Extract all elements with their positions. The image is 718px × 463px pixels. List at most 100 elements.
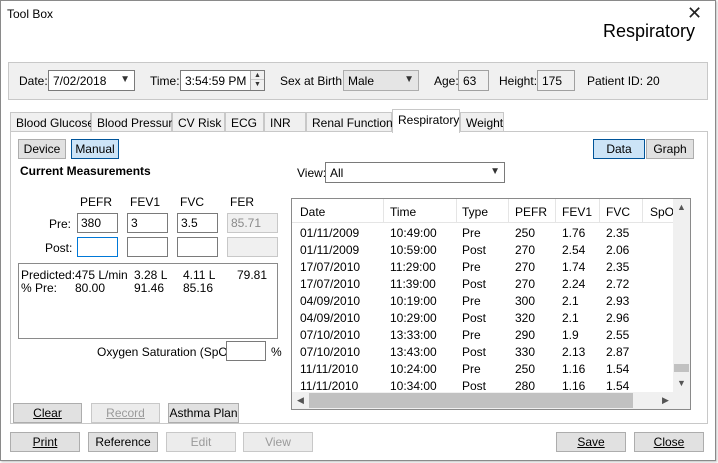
col-header-fvc[interactable]: FVC — [606, 205, 630, 219]
clear-button[interactable]: Clear — [13, 403, 82, 423]
scroll-left-icon[interactable]: ◀ — [292, 392, 309, 409]
date-value: 7/02/2018 — [53, 74, 107, 88]
tab-renal-function[interactable]: Renal Function — [306, 112, 393, 132]
spin-up-icon[interactable]: ▲ — [251, 71, 264, 80]
table-row[interactable]: 04/09/2010 10:19:00 Pre 300 2.1 2.93 — [292, 293, 674, 310]
table-cell: 01/11/2009 — [300, 243, 360, 257]
table-cell: 270 — [515, 243, 536, 257]
col-header-time[interactable]: Time — [390, 205, 416, 219]
record-button[interactable]: Record — [91, 403, 160, 423]
oxygen-saturation-input[interactable] — [226, 341, 266, 361]
table-cell: Pre — [462, 328, 481, 342]
asthma-plan-button[interactable]: Asthma Plan — [168, 403, 239, 423]
table-cell: 270 — [515, 277, 536, 291]
table-row[interactable]: 11/11/2010 10:24:00 Pre 250 1.16 1.54 — [292, 361, 674, 378]
table-cell: 13:43:00 — [390, 345, 437, 359]
save-button[interactable]: Save — [556, 432, 626, 452]
scroll-right-icon[interactable]: ▶ — [657, 392, 674, 409]
close-button[interactable]: Close — [634, 432, 704, 452]
pre-fev1-input[interactable]: 3 — [127, 213, 168, 233]
vertical-scrollbar[interactable]: ▲ ▼ — [673, 199, 690, 392]
table-row[interactable]: 17/07/2010 11:29:00 Pre 270 1.74 2.35 — [292, 259, 674, 276]
spin-down-icon[interactable]: ▼ — [251, 80, 264, 89]
pct-pre-fvc: 85.16 — [183, 281, 214, 295]
history-list[interactable]: Date Time Type PEFR FEV1 FVC SpO 01/11/2… — [291, 198, 691, 410]
tab-respiratory[interactable]: Respiratory — [392, 109, 460, 133]
tab-ecg[interactable]: ECG — [225, 112, 264, 132]
table-row[interactable]: 01/11/2009 10:49:00 Pre 250 1.76 2.35 — [292, 225, 674, 242]
reference-button[interactable]: Reference — [88, 432, 158, 452]
table-cell: Pre — [462, 294, 481, 308]
table-cell: 2.1 — [562, 294, 579, 308]
table-cell: 320 — [515, 311, 536, 325]
table-cell: 11:29:00 — [390, 260, 436, 274]
table-cell: 10:24:00 — [390, 362, 437, 376]
col-header-type[interactable]: Type — [462, 205, 488, 219]
tab-cv-risk[interactable]: CV Risk — [172, 112, 225, 132]
table-row[interactable]: 17/07/2010 11:39:00 Post 270 2.24 2.72 — [292, 276, 674, 293]
table-row[interactable]: 01/11/2009 10:59:00 Post 270 2.54 2.06 — [292, 242, 674, 259]
sex-value: Male — [348, 74, 375, 88]
tab-weight[interactable]: Weight — [460, 112, 504, 132]
table-cell: 330 — [515, 345, 536, 359]
post-fev1-input[interactable] — [127, 237, 168, 257]
age-label: Age: — [434, 74, 459, 88]
table-cell: 2.35 — [606, 226, 630, 240]
scroll-thumb-horizontal[interactable] — [309, 393, 633, 408]
scroll-corner — [673, 392, 690, 409]
tab-blood-glucose[interactable]: Blood Glucose — [10, 112, 94, 132]
col-header-pefr[interactable]: PEFR — [515, 205, 547, 219]
print-button[interactable]: Print — [10, 432, 80, 452]
col-pefr: PEFR — [80, 195, 113, 209]
graph-button[interactable]: Graph — [646, 139, 694, 159]
chevron-down-icon: ▼ — [120, 74, 130, 85]
pct-pre-label: % Pre: — [21, 281, 58, 295]
scroll-down-icon[interactable]: ▼ — [673, 375, 690, 392]
scroll-up-icon[interactable]: ▲ — [673, 199, 690, 216]
pre-pefr-input[interactable]: 380 — [77, 213, 118, 233]
date-picker[interactable]: 7/02/2018 ▼ — [48, 70, 135, 91]
table-row[interactable]: 04/09/2010 10:29:00 Post 320 2.1 2.96 — [292, 310, 674, 327]
predicted-fev1: 3.28 L — [134, 268, 168, 282]
pre-fvc-input[interactable]: 3.5 — [177, 213, 218, 233]
table-cell: 290 — [515, 328, 536, 342]
table-row[interactable]: 07/10/2010 13:33:00 Pre 290 1.9 2.55 — [292, 327, 674, 344]
tab-inr[interactable]: INR — [264, 112, 306, 132]
scroll-thumb[interactable] — [674, 364, 689, 372]
col-fvc: FVC — [180, 195, 204, 209]
view-select[interactable]: All ▼ — [325, 162, 505, 183]
horizontal-scrollbar[interactable]: ◀ ▶ — [292, 392, 674, 409]
percent-unit: % — [271, 345, 282, 359]
page-heading: Respiratory — [602, 21, 695, 41]
post-fvc-input[interactable] — [177, 237, 218, 257]
time-value: 3:54:59 PM — [185, 74, 247, 88]
table-cell: 07/10/2010 — [300, 328, 361, 342]
data-button[interactable]: Data — [593, 139, 645, 159]
view-button[interactable]: View — [243, 432, 313, 452]
predicted-label: Predicted: — [21, 268, 76, 282]
col-header-fev1[interactable]: FEV1 — [562, 205, 592, 219]
table-cell: 01/11/2009 — [300, 226, 360, 240]
table-cell: Post — [462, 311, 487, 325]
table-cell: 2.24 — [562, 277, 586, 291]
close-icon[interactable]: ✕ — [687, 4, 702, 22]
table-cell: 2.13 — [562, 345, 586, 359]
time-field[interactable]: 3:54:59 PM ▲ ▼ — [180, 70, 265, 91]
view-value: All — [330, 166, 344, 180]
time-spinner[interactable]: ▲ ▼ — [250, 71, 264, 90]
post-fer-field — [227, 237, 278, 257]
table-cell: 300 — [515, 294, 536, 308]
oxygen-saturation-label: Oxygen Saturation (SpO2) — [97, 345, 237, 361]
post-pefr-input[interactable] — [77, 237, 118, 257]
col-header-date[interactable]: Date — [300, 205, 325, 219]
col-header-spo2[interactable]: SpO — [650, 205, 674, 219]
table-row[interactable]: 07/10/2010 13:43:00 Post 330 2.13 2.87 — [292, 344, 674, 361]
edit-button[interactable]: Edit — [166, 432, 236, 452]
device-button[interactable]: Device — [18, 139, 66, 159]
tab-blood-pressure[interactable]: Blood Pressure — [91, 112, 179, 132]
manual-button[interactable]: Manual — [71, 139, 119, 159]
table-cell: 17/07/2010 — [300, 260, 361, 274]
age-field: 63 — [458, 70, 489, 91]
sex-select[interactable]: Male ▼ — [343, 70, 419, 91]
table-cell: 11/11/2010 — [300, 379, 359, 393]
